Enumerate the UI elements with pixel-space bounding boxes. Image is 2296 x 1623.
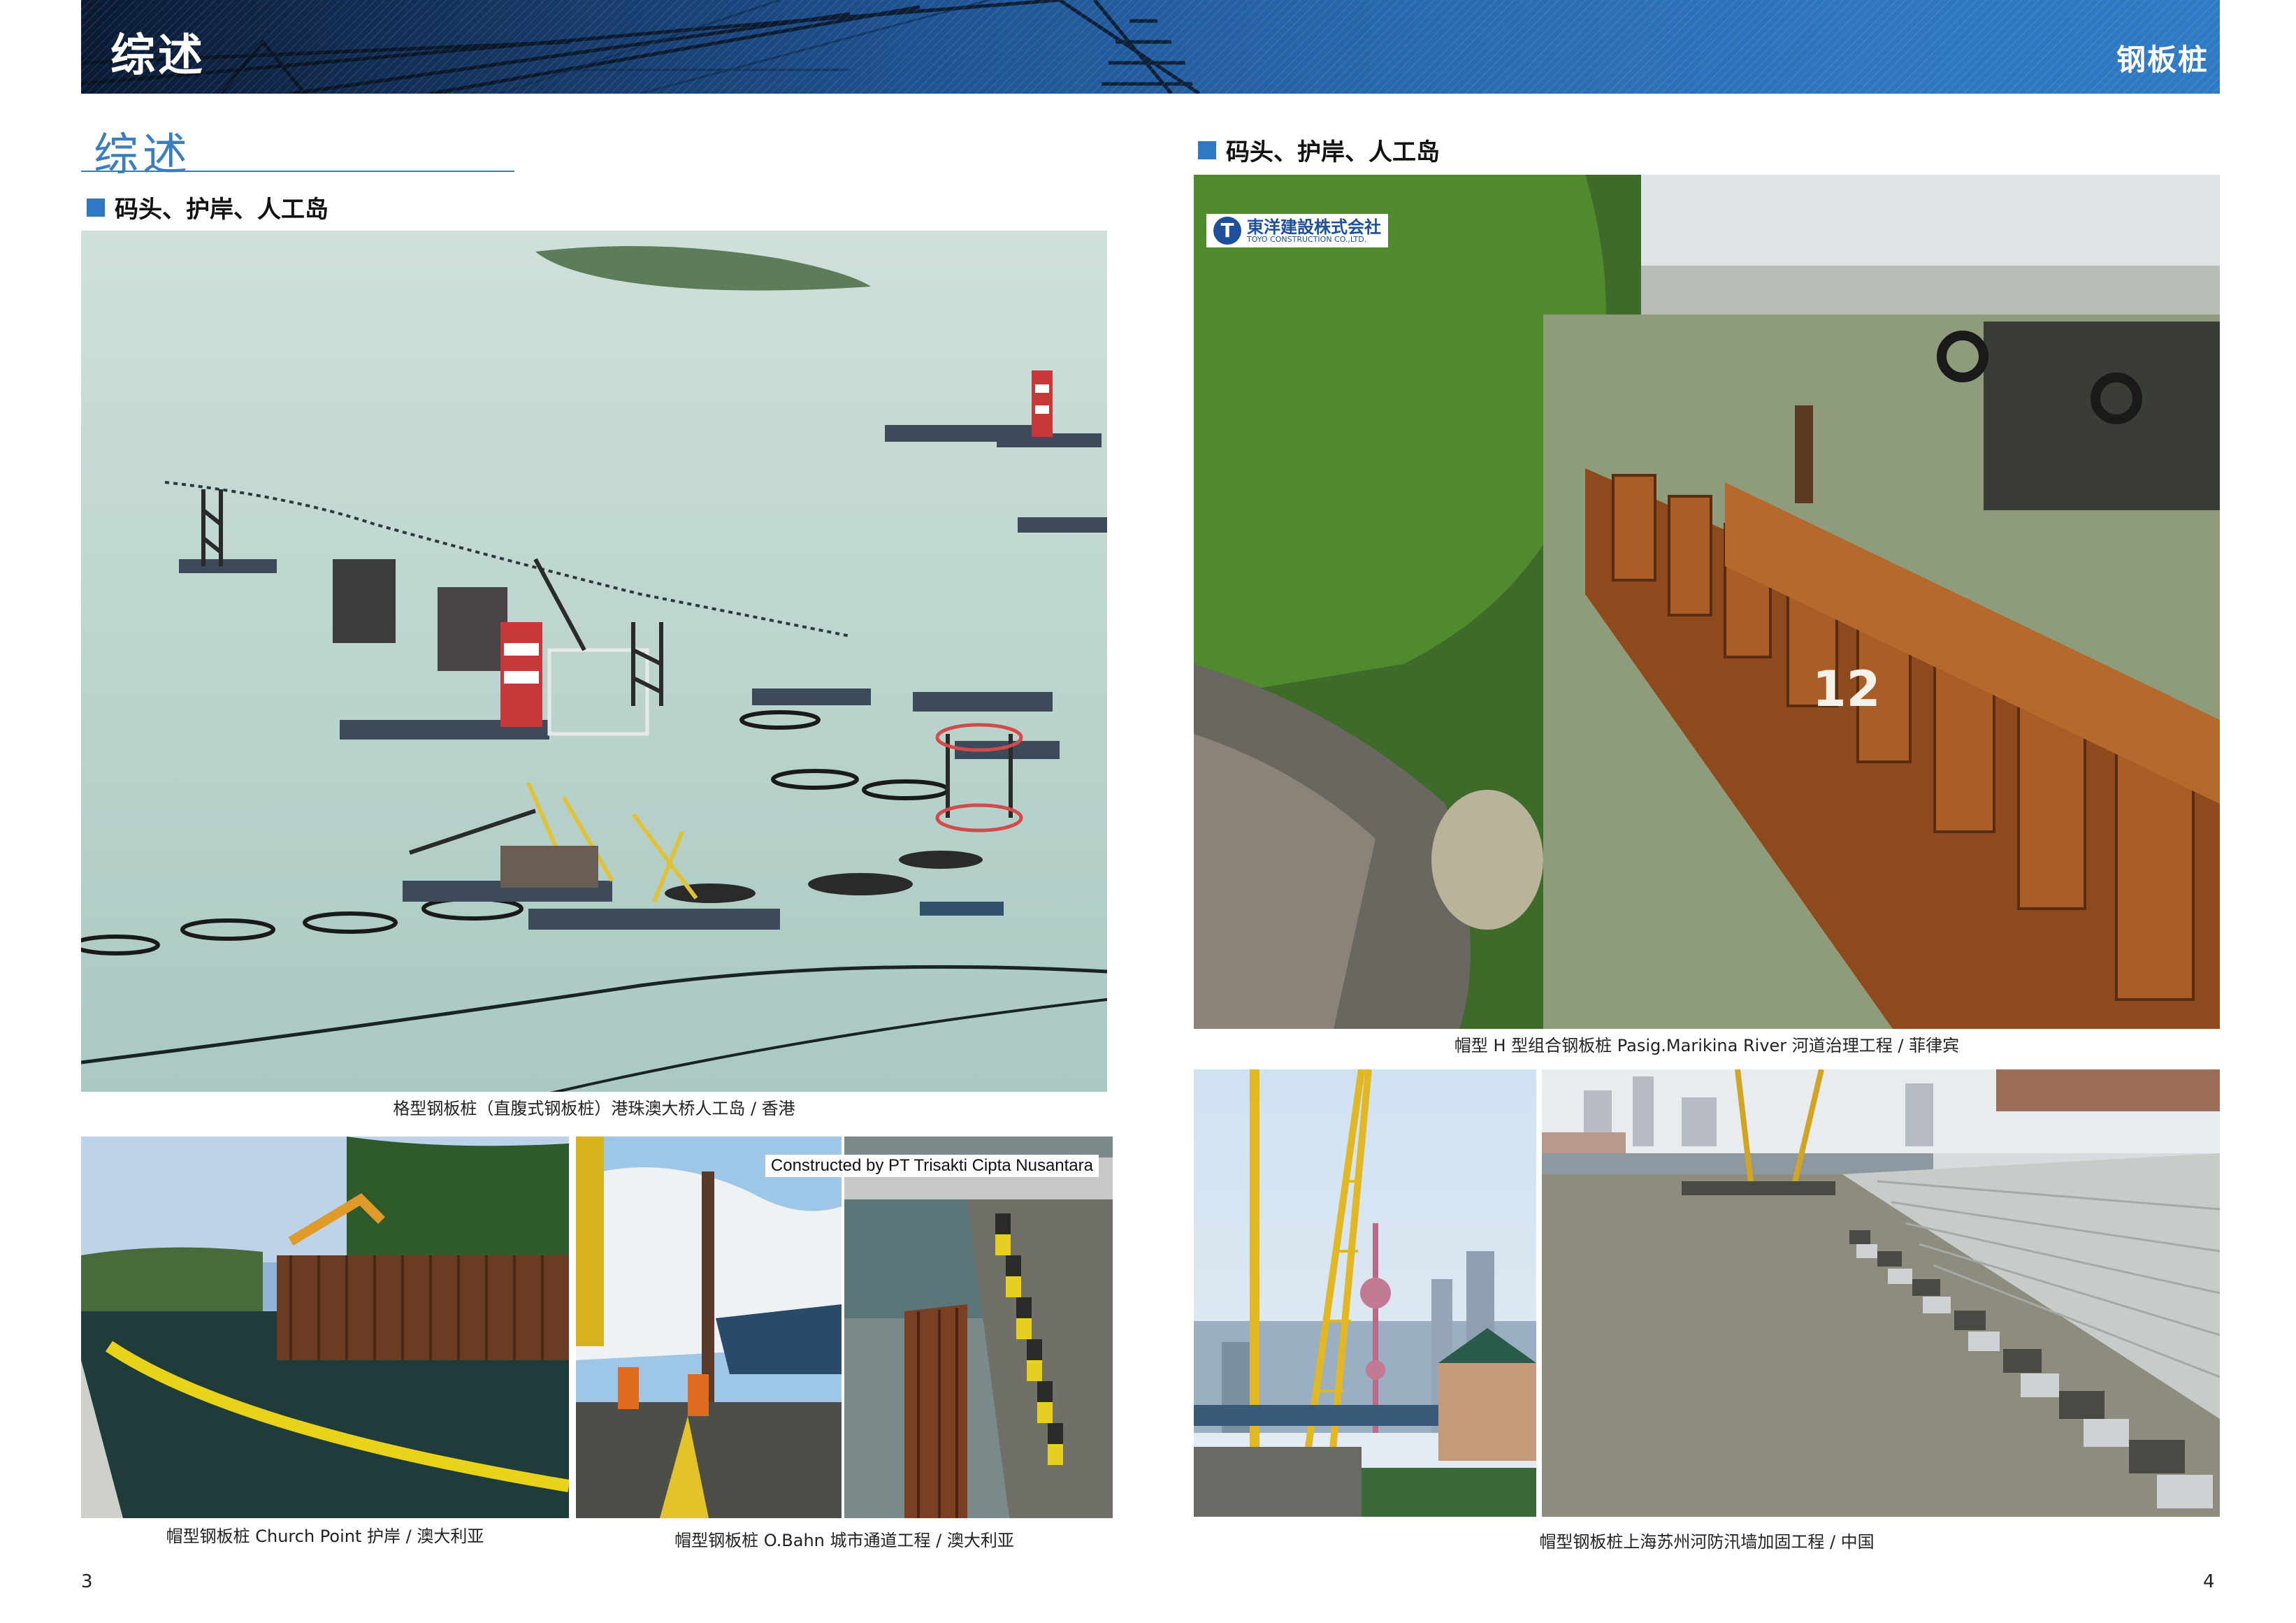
toyo-logo: T 東洋建設株式会社 TOYO CONSTRUCTION CO.,LTD.	[1206, 214, 1388, 247]
toyo-logo-icon: T	[1213, 217, 1241, 245]
church-point-caption: 帽型钢板桩 Church Point 护岸 / 澳大利亚	[166, 1527, 484, 1546]
page-number-left: 3	[81, 1571, 93, 1592]
toyo-logo-name: 東洋建設株式会社	[1247, 217, 1381, 237]
photo-obahn: Constructed by PT Trisakti Cipta Nusanta…	[576, 1137, 1113, 1518]
photo-church-point	[81, 1137, 569, 1518]
left-subhead: 码头、护岸、人工岛	[87, 190, 328, 224]
photo-shanghai-crane	[1194, 1069, 1536, 1517]
section-underline	[81, 171, 514, 172]
toyo-logo-subtext: TOYO CONSTRUCTION CO.,LTD.	[1247, 234, 1367, 244]
main-photo-caption: 格型钢板桩（直腹式钢板桩）港珠澳大桥人工岛 / 香港	[393, 1099, 795, 1118]
photo-credit-label: Constructed by PT Trisakti Cipta Nusanta…	[765, 1155, 1099, 1177]
photo-suzhou-creek	[1542, 1069, 2220, 1517]
blue-square-icon	[1198, 140, 1216, 159]
page-number-right: 4	[2203, 1571, 2215, 1592]
blue-square-icon	[87, 198, 105, 217]
photo-pasig-river: 12 T 東洋建設株式会社 TOYO CONSTRUCTION CO.,LTD.	[1194, 175, 2220, 1029]
header-left-title: 综述	[110, 30, 205, 82]
left-subhead-text: 码头、护岸、人工岛	[115, 196, 328, 224]
band-stripe-texture	[81, 0, 2220, 94]
section-title: 综述	[94, 129, 192, 181]
suzhou-caption: 帽型钢板桩上海苏州河防汛墙加固工程 / 中国	[1539, 1532, 1875, 1552]
pasig-caption: 帽型 H 型组合钢板桩 Pasig.Marikina River 河道治理工程 …	[1454, 1036, 1960, 1055]
right-subhead: 码头、护岸、人工岛	[1198, 133, 1440, 167]
header-right-title: 钢板桩	[2116, 43, 2209, 77]
right-subhead-text: 码头、护岸、人工岛	[1226, 138, 1440, 166]
pile-number-text: 12	[1812, 661, 1880, 718]
obahn-caption: 帽型钢板桩 O.Bahn 城市通道工程 / 澳大利亚	[674, 1531, 1014, 1550]
photo-artificial-island	[81, 231, 1107, 1092]
header-band: 综述 钢板桩	[81, 0, 2220, 94]
